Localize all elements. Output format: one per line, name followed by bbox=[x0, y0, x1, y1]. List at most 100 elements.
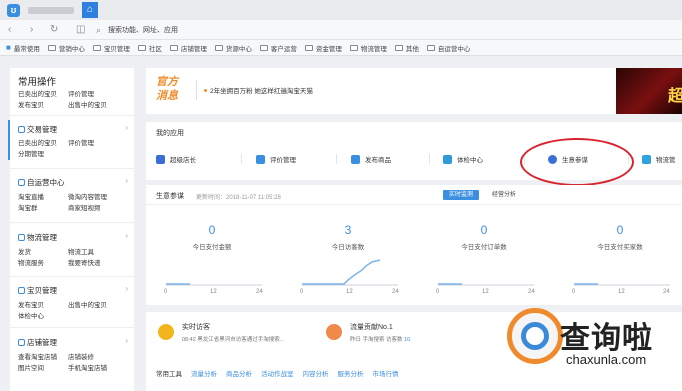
chevron-right-icon[interactable]: › bbox=[125, 284, 128, 293]
folder-icon bbox=[394, 44, 403, 51]
bookmark-logistics[interactable]: 物流管理 bbox=[349, 43, 387, 53]
highlight-circle bbox=[520, 138, 634, 186]
tool-service-analysis[interactable]: 服务分析 bbox=[338, 368, 364, 378]
sidebar-link-live[interactable]: 淘宝直播 bbox=[18, 191, 68, 201]
sidebar-link-send-express[interactable]: 我要寄快递 bbox=[68, 257, 118, 267]
tick-label: 12 bbox=[346, 289, 353, 295]
box-icon bbox=[18, 287, 25, 294]
bookmark-self-operation[interactable]: 自运营中心 bbox=[426, 43, 470, 53]
watermark-magnifier-icon bbox=[521, 322, 549, 350]
sidebar-group-trade[interactable]: 交易管理 bbox=[18, 124, 57, 135]
metric-value: 0 bbox=[616, 223, 624, 237]
split-window-icon[interactable]: ◫ bbox=[76, 24, 85, 36]
sidebar-link-publish[interactable]: 发布宝贝 bbox=[18, 99, 68, 109]
tick-label: 0 bbox=[164, 289, 168, 295]
business-advisor-panel: 生意参谋 更新时间：2018-11-07 11:05:28 实时监测 经营分析 … bbox=[146, 185, 682, 305]
sidebar-link-publish-2[interactable]: 发布宝贝 bbox=[18, 299, 68, 309]
sidebar-link-on-sale[interactable]: 出售中的宝贝 bbox=[68, 99, 118, 109]
sidebar-link-sold-items[interactable]: 已卖出的宝贝 bbox=[18, 88, 68, 98]
app-logo-icon: ʊ bbox=[7, 4, 20, 17]
bookmark-shop[interactable]: 店铺管理 bbox=[169, 43, 207, 53]
folder-icon bbox=[92, 44, 101, 51]
search-input[interactable] bbox=[108, 24, 308, 36]
back-icon[interactable]: ‹ bbox=[8, 24, 11, 36]
sidebar-link-reviews-2[interactable]: 评价管理 bbox=[68, 137, 118, 147]
tab-realtime-monitor[interactable]: 实时监测 bbox=[443, 190, 479, 200]
tool-content-analysis[interactable]: 内容分析 bbox=[303, 368, 329, 378]
app-logistics[interactable]: 物流管 bbox=[642, 154, 676, 164]
notice-link[interactable]: 2年坐拥百万粉 她这样红遍淘宝天猫 bbox=[204, 85, 313, 95]
sidebar-link-decorate[interactable]: 店铺装修 bbox=[68, 351, 118, 361]
folder-icon bbox=[304, 44, 313, 51]
chevron-right-icon[interactable]: › bbox=[125, 336, 128, 345]
sidebar-link-weitao[interactable]: 微淘内容管理 bbox=[68, 191, 118, 201]
sidebar-link-reviews[interactable]: 评价管理 bbox=[68, 88, 118, 98]
sidebar-link-ship[interactable]: 发货 bbox=[18, 246, 68, 256]
bookmark-funds[interactable]: 资金管理 bbox=[304, 43, 342, 53]
app-publish-product[interactable]: 发布商品 bbox=[351, 154, 391, 164]
tick-label: 0 bbox=[572, 289, 576, 295]
bookmarks-bar: ■ 最常使用 营销中心 宝贝管理 社区 店铺管理 货源中心 客户运营 资金管理 物… bbox=[0, 40, 682, 56]
realtime-visitor-title[interactable]: 实时访客 bbox=[182, 322, 210, 332]
bookmark-other[interactable]: 其他 bbox=[394, 43, 419, 53]
bookmark-frequent[interactable]: ■ 最常使用 bbox=[6, 43, 40, 53]
update-time: 更新时间：2018-11-07 11:05:28 bbox=[196, 194, 281, 201]
traffic-icon bbox=[326, 324, 342, 340]
watermark-url: chaxunla.com bbox=[566, 352, 647, 367]
tick-label: 24 bbox=[663, 289, 670, 295]
chevron-right-icon[interactable]: › bbox=[125, 176, 128, 185]
official-notice: 官方消息 2年坐拥百万粉 她这样红遍淘宝天猫 超 bbox=[146, 68, 682, 114]
tab-business-analysis[interactable]: 经营分析 bbox=[486, 190, 522, 200]
sidebar-link-groups[interactable]: 淘宝群 bbox=[18, 202, 68, 212]
bookmark-products[interactable]: 宝贝管理 bbox=[92, 43, 130, 53]
chevron-right-icon[interactable]: › bbox=[125, 123, 128, 132]
sidebar-group-shop[interactable]: 店铺管理 bbox=[18, 337, 57, 348]
promo-banner[interactable]: 超 bbox=[616, 68, 682, 114]
sidebar-group-products[interactable]: 宝贝管理 bbox=[18, 285, 57, 296]
clipboard-icon bbox=[443, 155, 452, 164]
sidebar-link-logistics-tools[interactable]: 物流工具 bbox=[68, 246, 118, 256]
bookmark-supply[interactable]: 货源中心 bbox=[214, 43, 252, 53]
bookmark-marketing[interactable]: 营销中心 bbox=[47, 43, 85, 53]
bookmark-customers[interactable]: 客户运营 bbox=[259, 43, 297, 53]
sidebar-link-view-shop[interactable]: 查看淘宝店铺 bbox=[18, 351, 68, 361]
sidebar-link-sold-items-2[interactable]: 已卖出的宝贝 bbox=[18, 137, 68, 147]
sidebar-link-on-sale-2[interactable]: 出售中的宝贝 bbox=[68, 299, 118, 309]
sidebar-link-installment[interactable]: 分期管理 bbox=[18, 148, 68, 158]
forward-icon[interactable]: › bbox=[30, 24, 33, 36]
sidebar-link-mobile-shop[interactable]: 手机淘宝店铺 bbox=[68, 362, 118, 372]
stats-title: 生意参谋 bbox=[156, 193, 184, 200]
home-icon[interactable]: ⌂ bbox=[82, 2, 98, 18]
official-notice-logo: 官方消息 bbox=[156, 76, 178, 102]
reload-icon[interactable]: ↻ bbox=[50, 24, 58, 36]
sidebar-group-self-operation[interactable]: 自运营中心 bbox=[18, 177, 65, 188]
sparkline-orders bbox=[438, 283, 534, 286]
star-icon: ■ bbox=[6, 43, 11, 52]
folder-icon bbox=[137, 44, 146, 51]
sidebar-title: 常用操作 bbox=[18, 77, 57, 88]
sparkline-buyers bbox=[574, 283, 670, 286]
bookmark-community[interactable]: 社区 bbox=[137, 43, 162, 53]
sidebar-link-logistics-service[interactable]: 物流服务 bbox=[18, 257, 68, 267]
realtime-visitor-detail: 08:42 黑龙江省黑河市访客通过手淘搜索... bbox=[182, 337, 285, 343]
tick-label: 12 bbox=[618, 289, 625, 295]
tool-campaign-room[interactable]: 活动作战室 bbox=[261, 368, 294, 378]
tool-product-analysis[interactable]: 商品分析 bbox=[226, 368, 252, 378]
sidebar-link-images[interactable]: 图片空间 bbox=[18, 362, 68, 372]
app-review-management[interactable]: 评价管理 bbox=[256, 154, 296, 164]
sidebar-group-logistics[interactable]: 物流管理 bbox=[18, 232, 57, 243]
bullet-icon bbox=[204, 89, 207, 92]
sidebar: 常用操作 已卖出的宝贝 评价管理 发布宝贝 出售中的宝贝 交易管理 › 已卖出的宝贝… bbox=[8, 68, 134, 391]
chevron-right-icon[interactable]: › bbox=[125, 231, 128, 240]
sidebar-link-short-video[interactable]: 商家短视频 bbox=[68, 202, 118, 212]
app-checkup-center[interactable]: 体检中心 bbox=[443, 154, 483, 164]
tool-market-trends[interactable]: 市场行情 bbox=[373, 368, 399, 378]
tool-traffic-analysis[interactable]: 流量分析 bbox=[191, 368, 217, 378]
metric-value: 0 bbox=[480, 223, 488, 237]
folder-icon bbox=[426, 44, 435, 51]
sidebar-link-checkup[interactable]: 体检中心 bbox=[18, 310, 68, 320]
app-super-manager[interactable]: 超级店长 bbox=[156, 154, 196, 164]
traffic-contribution-detail: 昨日 手淘搜索 访客数 10 bbox=[350, 337, 411, 343]
traffic-contribution-title[interactable]: 流量贡献No.1 bbox=[350, 322, 393, 332]
tick-label: 24 bbox=[256, 289, 263, 295]
